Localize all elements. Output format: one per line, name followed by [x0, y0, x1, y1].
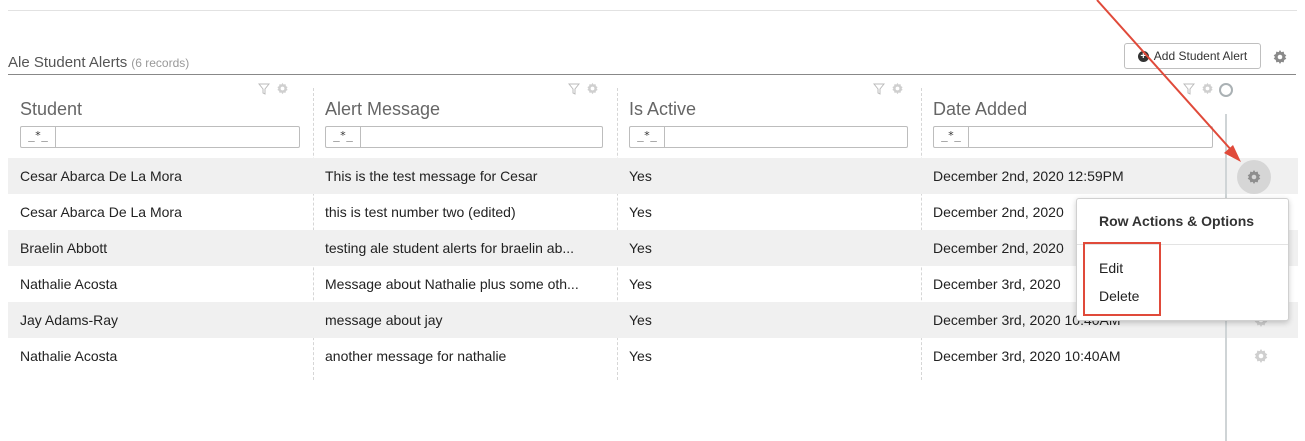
annotation-arrow: [1096, 0, 1241, 162]
